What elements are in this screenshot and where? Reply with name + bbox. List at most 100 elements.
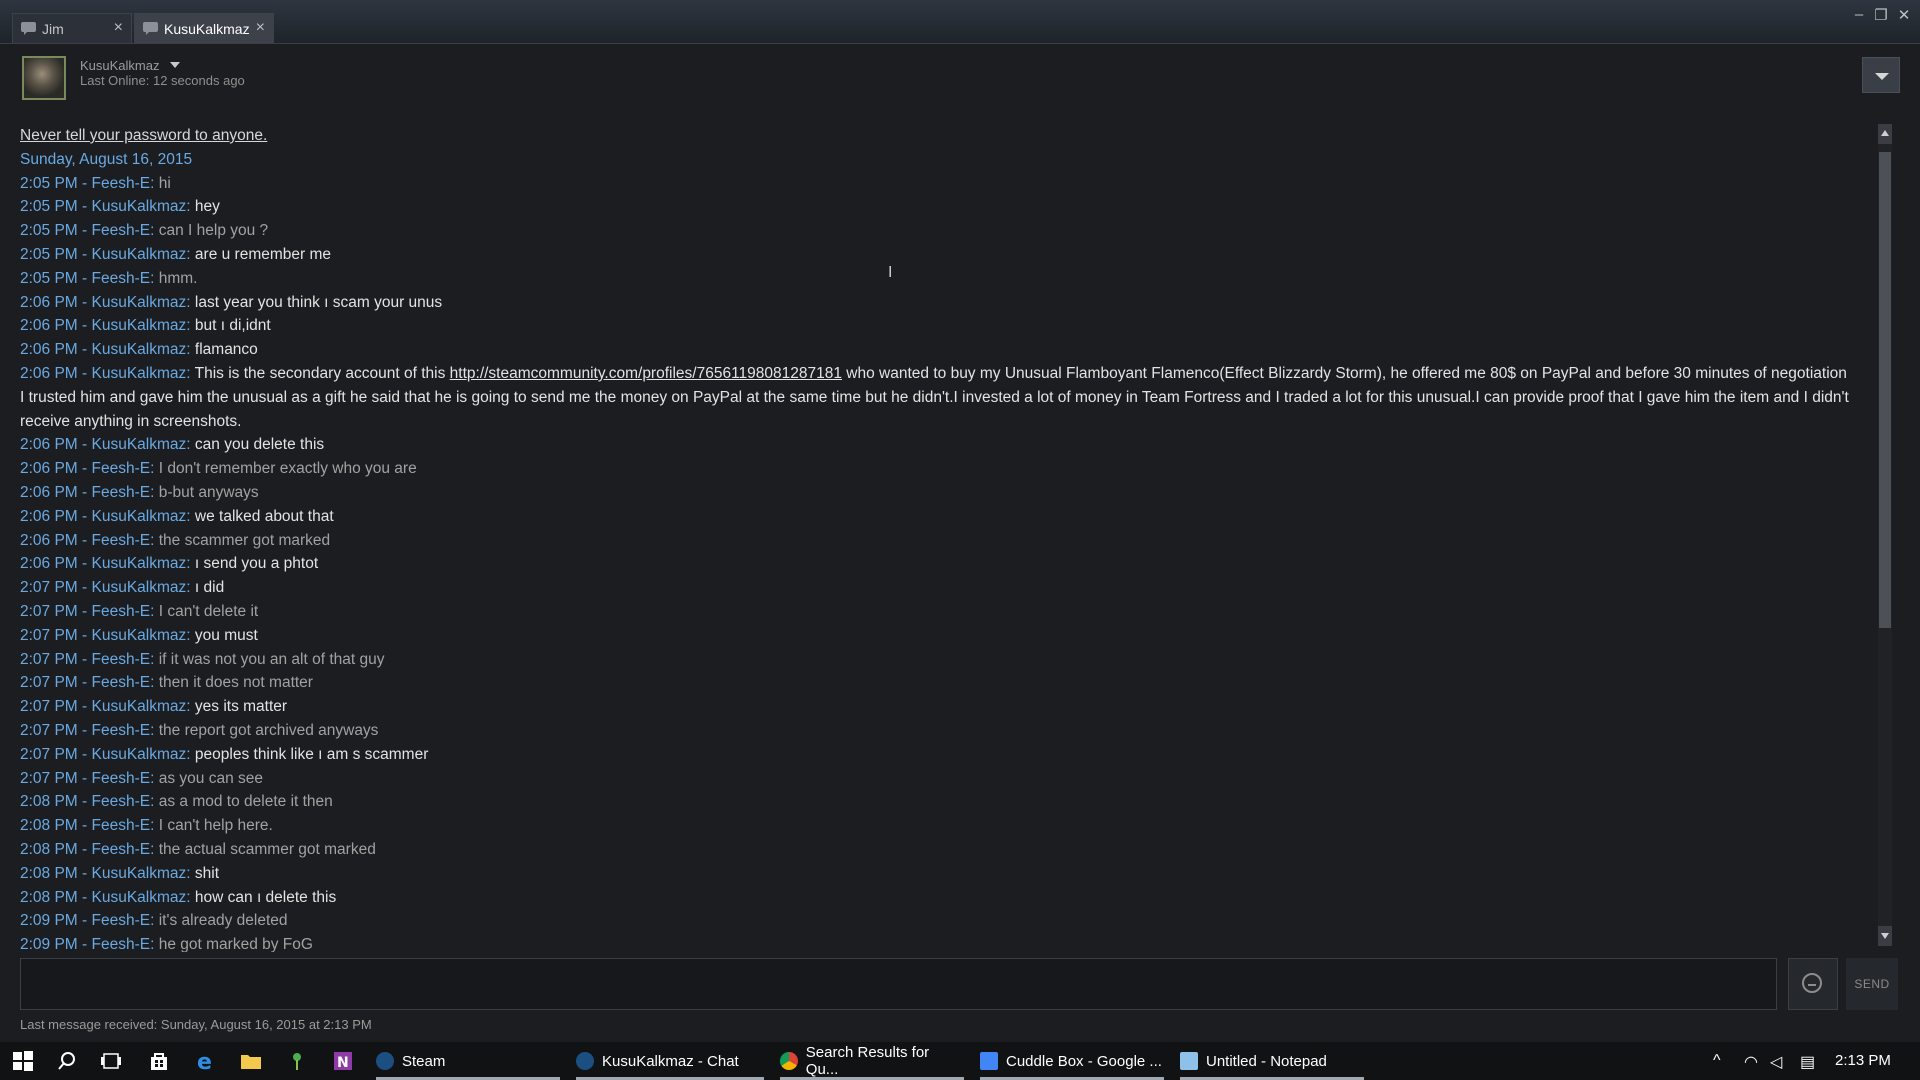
message-sender[interactable]: KusuKalkmaz	[92, 698, 187, 715]
message-list: 2:05 PM - Feesh-E: hi 2:05 PM - KusuKalkm…	[20, 172, 1850, 952]
message-sender[interactable]: Feesh-E	[92, 674, 151, 691]
close-icon[interactable]: ×	[256, 19, 265, 37]
windows-start-icon[interactable]	[12, 1050, 34, 1072]
tab-jim[interactable]: Jim ×	[12, 13, 132, 43]
message-sender[interactable]: Feesh-E	[92, 793, 151, 810]
message-sender[interactable]: Feesh-E	[92, 532, 151, 549]
message-sender[interactable]: KusuKalkmaz	[92, 555, 187, 572]
message-time: 2:08 PM	[20, 793, 78, 811]
search-icon[interactable]	[56, 1050, 78, 1072]
taskbar-app-google[interactable]: Cuddle Box - Google ...	[980, 1042, 1164, 1080]
store-icon[interactable]	[148, 1050, 170, 1072]
message-sender[interactable]: Feesh-E	[92, 460, 151, 477]
scroll-thumb[interactable]	[1879, 152, 1891, 628]
message-sender[interactable]: Feesh-E	[92, 603, 151, 620]
edge-icon[interactable]: e	[194, 1050, 216, 1075]
tab-kusukalkmaz[interactable]: KusuKalkmaz ×	[134, 13, 274, 43]
tab-label: KusuKalkmaz	[164, 20, 250, 37]
message-sender[interactable]: KusuKalkmaz	[92, 246, 187, 263]
wifi-icon[interactable]: ◠	[1744, 1052, 1758, 1072]
message-sender[interactable]: Feesh-E	[92, 651, 151, 668]
chevron-down-icon[interactable]	[170, 62, 180, 68]
message-text: you must	[194, 626, 258, 644]
message-separator: -	[77, 864, 92, 882]
message-input[interactable]	[20, 958, 1777, 1010]
message-colon: :	[186, 436, 195, 454]
message-text: This is the secondary account of this	[194, 364, 450, 382]
arrow-down-icon	[1881, 933, 1889, 939]
message-sender[interactable]: Feesh-E	[92, 484, 151, 501]
message-colon: :	[186, 888, 195, 906]
message-sender[interactable]: KusuKalkmaz	[92, 294, 187, 311]
message-sender[interactable]: Feesh-E	[92, 270, 151, 287]
message-sender[interactable]: KusuKalkmaz	[92, 317, 187, 334]
scroll-down-button[interactable]	[1878, 926, 1892, 946]
scroll-up-button[interactable]	[1878, 124, 1892, 144]
message-sender[interactable]: KusuKalkmaz	[92, 198, 187, 215]
message-separator: -	[77, 269, 92, 287]
chat-message: 2:08 PM - Feesh-E: I can't help here.	[20, 814, 1850, 838]
message-sender[interactable]: KusuKalkmaz	[92, 579, 187, 596]
friend-name[interactable]: KusuKalkmaz	[80, 58, 159, 73]
message-text: as a mod to delete it then	[158, 793, 333, 811]
chevron-up-icon[interactable]: ^	[1713, 1052, 1721, 1070]
taskbar-app-steam[interactable]: Steam	[376, 1042, 560, 1080]
message-sender[interactable]: KusuKalkmaz	[92, 508, 187, 525]
message-separator: -	[77, 936, 92, 952]
message-sender[interactable]: KusuKalkmaz	[92, 365, 187, 382]
message-link[interactable]: http://steamcommunity.com/profiles/76561…	[450, 365, 842, 382]
emoticon-button[interactable]	[1788, 958, 1838, 1010]
task-view-icon[interactable]	[100, 1050, 122, 1072]
message-sender[interactable]: Feesh-E	[92, 936, 151, 952]
message-sender[interactable]: KusuKalkmaz	[92, 341, 187, 358]
message-sender[interactable]: KusuKalkmaz	[92, 746, 187, 763]
message-separator: -	[77, 174, 92, 192]
message-sender[interactable]: KusuKalkmaz	[92, 627, 187, 644]
send-button[interactable]: SEND	[1846, 958, 1898, 1010]
minimize-icon[interactable]: –	[1849, 6, 1869, 23]
message-text: yes its matter	[194, 698, 288, 716]
clock[interactable]: 2:13 PM	[1835, 1052, 1891, 1069]
message-colon: :	[150, 721, 159, 739]
message-time: 2:07 PM	[20, 698, 78, 716]
message-sender[interactable]: Feesh-E	[92, 841, 151, 858]
message-sender[interactable]: Feesh-E	[92, 770, 151, 787]
message-sender[interactable]: KusuKalkmaz	[92, 865, 187, 882]
svg-text:N: N	[337, 1055, 349, 1071]
scrollbar[interactable]	[1878, 124, 1892, 946]
volume-icon[interactable]: ◁	[1770, 1052, 1782, 1072]
message-time: 2:06 PM	[20, 555, 78, 573]
message-time: 2:06 PM	[20, 436, 78, 454]
chat-message: 2:07 PM - Feesh-E: as you can see	[20, 767, 1850, 791]
restore-icon[interactable]: ❐	[1871, 6, 1891, 24]
message-time: 2:05 PM	[20, 222, 78, 240]
friend-status: Last Online: 12 seconds ago	[80, 73, 245, 88]
message-sender[interactable]: Feesh-E	[92, 912, 151, 929]
message-sender[interactable]: Feesh-E	[92, 222, 151, 239]
message-text: ı did	[194, 579, 225, 597]
message-time: 2:07 PM	[20, 721, 78, 739]
chat-message: 2:06 PM - KusuKalkmaz: ı send you a phto…	[20, 552, 1850, 576]
message-text: how can ı delete this	[194, 888, 337, 906]
taskbar-app-chat[interactable]: KusuKalkmaz - Chat	[576, 1042, 764, 1080]
taskbar-app-chrome[interactable]: Search Results for Qu...	[780, 1042, 964, 1080]
message-sender[interactable]: KusuKalkmaz	[92, 889, 187, 906]
message-time: 2:06 PM	[20, 341, 78, 359]
close-icon[interactable]: ×	[114, 19, 123, 37]
message-sender[interactable]: Feesh-E	[92, 175, 151, 192]
message-sender[interactable]: Feesh-E	[92, 722, 151, 739]
chat-options-button[interactable]	[1862, 57, 1900, 93]
message-colon: :	[186, 364, 195, 382]
message-time: 2:05 PM	[20, 269, 78, 287]
avatar[interactable]	[22, 56, 66, 100]
onenote-icon[interactable]: N	[332, 1050, 354, 1072]
tree-app-icon[interactable]	[286, 1050, 308, 1072]
message-sender[interactable]: Feesh-E	[92, 817, 151, 834]
close-window-icon[interactable]: ✕	[1894, 6, 1914, 24]
message-sender[interactable]: KusuKalkmaz	[92, 436, 187, 453]
file-explorer-icon[interactable]	[240, 1050, 262, 1072]
message-time: 2:09 PM	[20, 912, 78, 930]
action-center-icon[interactable]: ▤	[1800, 1052, 1815, 1072]
chat-message: 2:05 PM - Feesh-E: hmm.	[20, 267, 1850, 291]
taskbar-app-notepad[interactable]: Untitled - Notepad	[1180, 1042, 1364, 1080]
